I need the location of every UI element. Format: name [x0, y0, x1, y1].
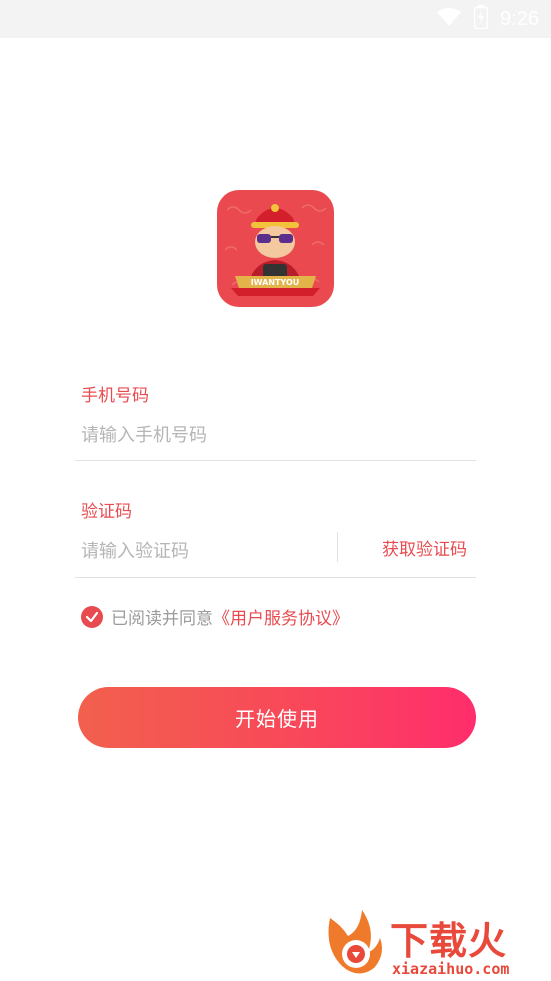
checkmark-icon	[85, 611, 99, 622]
watermark-url: xiazaihuo.com	[392, 960, 510, 978]
code-divider	[75, 577, 476, 578]
watermark-title: 下载火	[390, 919, 508, 963]
status-time: 9:26	[500, 7, 539, 30]
agreement-row: 已阅读并同意 《用户服务协议》	[81, 604, 349, 629]
phone-input[interactable]	[81, 420, 331, 450]
agreement-text: 已阅读并同意	[111, 609, 213, 629]
battery-icon	[473, 5, 489, 33]
status-bar: 9:26	[0, 0, 551, 38]
get-code-button[interactable]: 获取验证码	[382, 535, 467, 560]
wifi-icon	[436, 7, 462, 31]
flame-logo-icon	[328, 910, 382, 974]
code-input[interactable]	[81, 536, 331, 566]
svg-text:IWANTYOU: IWANTYOU	[251, 278, 300, 287]
user-agreement-link[interactable]: 《用户服务协议》	[213, 604, 349, 629]
status-icons: 9:26	[436, 5, 539, 33]
start-button[interactable]: 开始使用	[78, 687, 476, 748]
phone-divider	[75, 460, 476, 461]
phone-label: 手机号码	[81, 386, 149, 406]
watermark: 下载火 xiazaihuo.com	[322, 908, 548, 980]
app-logo-icon: IWANTYOU	[217, 190, 334, 307]
agreement-checkbox[interactable]	[81, 605, 103, 628]
code-label: 验证码	[81, 502, 132, 522]
code-vertical-divider	[337, 532, 338, 562]
